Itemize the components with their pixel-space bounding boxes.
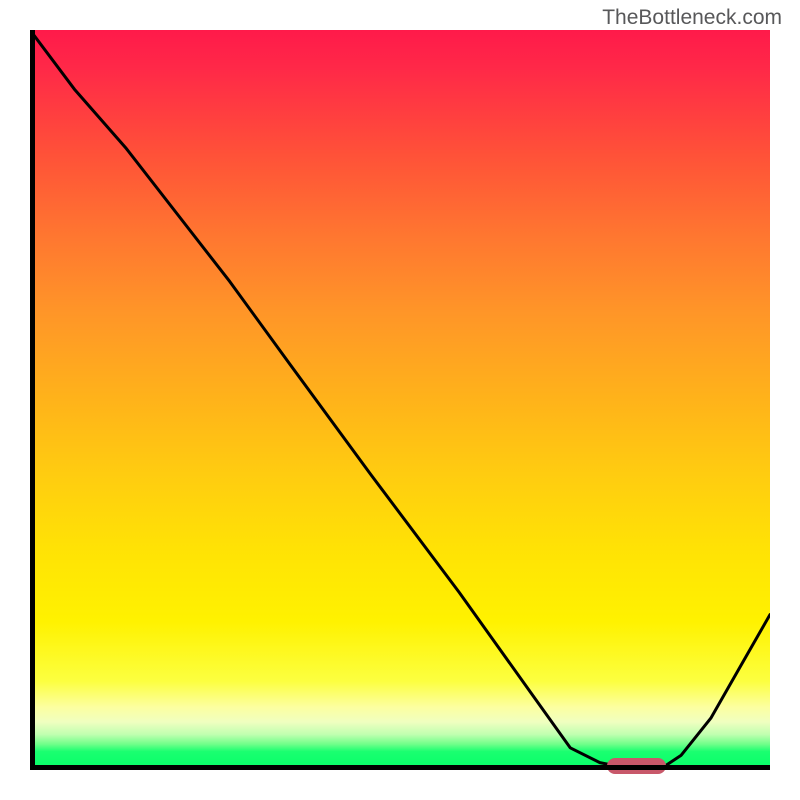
watermark-text: TheBottleneck.com bbox=[602, 6, 782, 30]
bottleneck-curve bbox=[30, 30, 770, 770]
chart-container: TheBottleneck.com bbox=[0, 0, 800, 800]
x-axis bbox=[30, 765, 770, 770]
plot-area bbox=[30, 30, 770, 770]
y-axis bbox=[30, 30, 35, 770]
